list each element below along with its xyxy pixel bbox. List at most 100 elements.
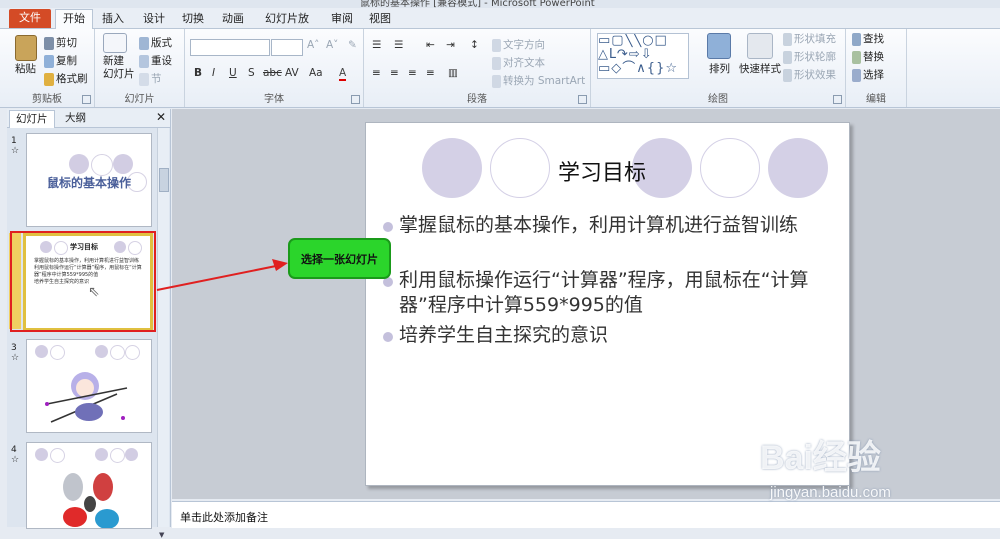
bold-button[interactable]: B [194,67,202,79]
drawing-launcher-icon[interactable] [833,95,842,104]
char-spacing-button[interactable]: AV [285,67,299,79]
star-icon: ☆ [11,455,20,465]
text-direction-button[interactable]: 文字方向 [492,37,545,52]
slide-thumbnail-1[interactable]: 鼠标的基本操作 [26,133,152,227]
tab-design[interactable]: 设计 [139,10,169,28]
tab-file[interactable]: 文件 [9,9,51,28]
group-label-editing: 编辑 [866,94,886,105]
layout-button[interactable]: 版式 [139,35,172,50]
tab-outline[interactable]: 大纲 [59,110,92,127]
tab-review[interactable]: 审阅 [328,10,356,28]
close-icon[interactable]: ✕ [156,110,166,124]
tab-animations[interactable]: 动画 [218,10,248,28]
tab-view[interactable]: 视图 [366,10,394,28]
decor-circle [490,138,550,198]
cartoon-image [45,372,128,423]
align-left-icon[interactable]: ≡ [372,67,381,79]
shrink-font-icon[interactable]: A˅ [326,39,338,51]
bullets-icon[interactable]: ☰ [372,39,381,51]
bullet-item[interactable]: 利用鼠标操作运行“计算器”程序，用鼠标在“计算器”程序中计算559*995的值 [383,268,819,318]
format-painter-button[interactable]: 格式刷 [44,71,88,86]
increase-indent-icon[interactable]: ⇥ [446,39,455,51]
font-launcher-icon[interactable] [351,95,360,104]
shape-fill-label: 形状填充 [794,33,836,45]
watermark: Bai经验 jingyan.baidu.com [760,430,995,525]
outline-icon [783,50,792,64]
bullet-item[interactable]: 掌握鼠标的基本操作，利用计算机进行益智训练 [383,213,819,238]
align-center-icon[interactable]: ≡ [390,67,399,79]
font-color-button[interactable]: A [339,67,347,81]
decor-circle [422,138,482,198]
align-text-button[interactable]: 对齐文本 [492,55,545,70]
decor-circle [125,448,138,461]
decor-circle [50,345,65,360]
justify-icon[interactable]: ≡ [426,67,435,79]
bullet-item[interactable]: 培养学生自主探究的意识 [383,323,819,348]
shape-fill-button[interactable]: 形状填充 [783,31,836,46]
tab-home[interactable]: 开始 [55,9,93,29]
quick-styles-button[interactable]: 快速样式 [739,61,781,76]
format-painter-label: 格式刷 [56,73,88,85]
notes-placeholder: 单击此处添加备注 [180,511,268,524]
select-button[interactable]: 选择 [852,67,884,82]
bullet-text: 利用鼠标操作运行“计算器”程序，用鼠标在“计算器”程序中计算559*995的值 [399,269,809,316]
reset-button[interactable]: 重设 [139,53,172,68]
paragraph-launcher-icon[interactable] [578,95,587,104]
group-clipboard: 粘贴 剪切 复制 格式刷 剪贴板 [0,29,95,107]
scroll-thumb[interactable] [159,168,169,192]
paste-button[interactable]: 粘贴 [15,61,36,76]
tab-slideshow[interactable]: 幻灯片放映 [261,10,313,43]
columns-icon[interactable]: ▥ [448,67,458,79]
watermark-url: jingyan.baidu.com [770,484,891,501]
slide-title[interactable]: 学习目标 [558,155,646,187]
align-text-label: 对齐文本 [503,57,545,69]
font-size-select[interactable] [271,39,303,56]
cut-label: 剪切 [56,37,77,49]
strikethrough-button[interactable]: abc [263,67,282,79]
copy-label: 复制 [56,55,77,67]
tab-insert[interactable]: 插入 [98,10,128,28]
cut-button[interactable]: 剪切 [44,35,77,50]
callout-text: 选择一张幻灯片 [301,253,378,266]
ribbon: 粘贴 剪切 复制 格式刷 剪贴板 新建 幻灯片 版式 重设 节 幻灯片 A˄ A… [0,29,1000,108]
section-button[interactable]: 节 [139,71,162,86]
change-case-button[interactable]: Aa [309,67,323,79]
shadow-button[interactable]: S [248,67,255,79]
replace-button[interactable]: 替换 [852,49,884,64]
layout-label: 版式 [151,37,172,49]
new-slide-button[interactable]: 新建 幻灯片 [103,55,135,81]
smartart-button[interactable]: 转换为 SmartArt [492,73,585,88]
slide-thumbnail-3[interactable] [26,339,152,433]
panel-scrollbar[interactable]: ▼ [157,128,169,539]
tab-transitions[interactable]: 切换 [178,10,208,28]
dialog-launcher-icon[interactable] [82,95,91,104]
copy-icon [44,54,54,68]
decor-circle [69,154,89,174]
clear-format-icon[interactable]: ✎ [348,39,357,51]
shape-outline-button[interactable]: 形状轮廓 [783,49,836,64]
scroll-down-icon[interactable]: ▼ [159,531,164,539]
slide-thumbnail-4[interactable] [26,442,152,529]
align-right-icon[interactable]: ≡ [408,67,417,79]
decrease-indent-icon[interactable]: ⇤ [426,39,435,51]
tab-slides[interactable]: 幻灯片 [9,110,55,128]
line-spacing-icon[interactable]: ↕ [470,39,479,51]
copy-button[interactable]: 复制 [44,53,77,68]
shapes-gallery[interactable]: ▭▢╲╲○□ △Լ↷⇨⇩ ▭◇⌒∧{}☆ [597,33,689,79]
mice-image [63,473,119,528]
layout-icon [139,36,149,50]
arrange-button[interactable]: 排列 [709,61,730,76]
find-label: 查找 [863,33,884,45]
shape-effects-button[interactable]: 形状效果 [783,67,836,82]
group-label-slides: 幻灯片 [124,94,155,105]
reset-label: 重设 [151,55,172,67]
reset-icon [139,54,149,68]
find-button[interactable]: 查找 [852,31,884,46]
numbering-icon[interactable]: ☰ [394,39,403,51]
underline-button[interactable]: U [229,67,237,79]
font-name-select[interactable] [190,39,270,56]
star-icon: ☆ [11,353,20,363]
paste-icon [15,35,37,61]
italic-button[interactable]: I [212,67,215,79]
grow-font-icon[interactable]: A˄ [307,39,319,51]
